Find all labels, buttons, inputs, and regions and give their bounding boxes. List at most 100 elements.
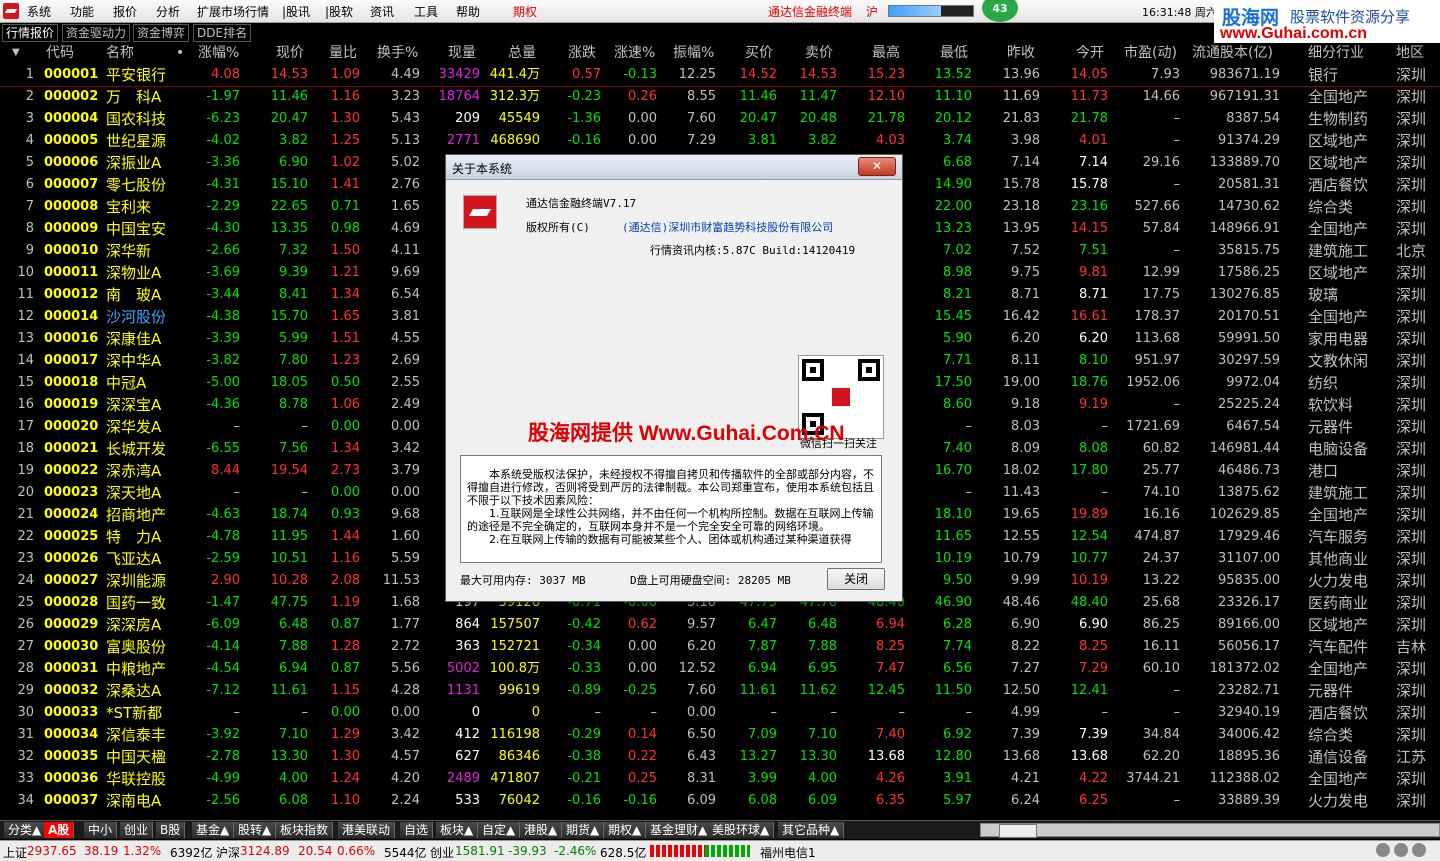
stock-name[interactable]: 深圳能源 [106, 572, 166, 590]
stock-name[interactable]: 国药一致 [106, 594, 166, 612]
stock-name[interactable]: 宝利来 [106, 198, 151, 216]
table-row[interactable]: 31 000034 深信泰丰 -3.92 7.10 1.29 3.42 412 116198 -0… [0, 724, 1440, 746]
stock-name[interactable]: 招商地产 [106, 506, 166, 524]
col-speed[interactable]: 涨速% [614, 43, 655, 63]
stock-code[interactable]: 000023 [44, 484, 98, 502]
stock-code[interactable]: 000007 [44, 176, 98, 194]
menu-extended-market[interactable]: 扩展市场行情 [197, 3, 269, 20]
tab-fund-game[interactable]: 资金博弈 [133, 24, 190, 42]
col-high[interactable]: 最高 [872, 43, 900, 63]
table-row[interactable]: 29 000032 深桑达A -7.12 11.61 1.15 4.28 1131 99619 -… [0, 680, 1440, 702]
stock-name[interactable]: 深桑达A [106, 682, 161, 700]
col-industry[interactable]: 细分行业 [1308, 43, 1364, 63]
stock-name[interactable]: 深深宝A [106, 396, 161, 414]
stock-code[interactable]: 000021 [44, 440, 98, 458]
stock-code[interactable]: 000009 [44, 220, 98, 238]
stock-code[interactable]: 000012 [44, 286, 98, 304]
col-vol[interactable]: 现量 [448, 43, 476, 63]
col-open[interactable]: 今开 [1076, 43, 1104, 63]
table-row[interactable]: 33 000036 华联控股 -4.99 4.00 1.24 4.20 2489 471807 -… [0, 768, 1440, 790]
table-row[interactable]: 2 000002 万 科A -1.97 11.46 1.16 3.23 18764 312.3万… [0, 86, 1440, 108]
stock-code[interactable]: 000018 [44, 374, 98, 392]
menu-stock-software[interactable]: |股软 [325, 3, 353, 20]
market-tab[interactable]: A股 [44, 822, 75, 838]
stock-code[interactable]: 000026 [44, 550, 98, 568]
stock-name[interactable]: 南 玻A [106, 286, 161, 304]
horizontal-scrollbar[interactable] [980, 823, 1440, 838]
table-row[interactable]: 1 000001 平安银行 4.08 14.53 1.09 4.49 33429 441.4万 0… [0, 64, 1440, 86]
tray-settings-icon[interactable] [1412, 843, 1426, 857]
stock-code[interactable]: 000014 [44, 308, 98, 326]
stock-code[interactable]: 000030 [44, 638, 98, 656]
menu-stock-news[interactable]: |股讯 [282, 3, 310, 20]
col-ask[interactable]: 卖价 [805, 43, 833, 63]
stock-name[interactable]: 零七股份 [106, 176, 166, 194]
col-pct[interactable]: 涨幅% [198, 43, 239, 63]
table-row[interactable]: 32 000035 中国天楹 -2.78 13.30 1.30 4.57 627 86346 -0… [0, 746, 1440, 768]
market-tab[interactable]: 板块指数 [276, 822, 334, 838]
stock-code[interactable]: 000034 [44, 726, 98, 744]
market-tab[interactable]: 股转▲ [234, 822, 277, 838]
col-region[interactable]: 地区 [1396, 43, 1424, 63]
col-float[interactable]: 流通股本(亿) [1192, 43, 1273, 63]
stock-code[interactable]: 000037 [44, 792, 98, 810]
stock-name[interactable]: 沙河股份 [106, 308, 166, 326]
menu-analysis[interactable]: 分析 [156, 3, 180, 20]
menu-info[interactable]: 资讯 [370, 3, 394, 20]
stock-name[interactable]: 华联控股 [106, 770, 166, 788]
stock-code[interactable]: 000025 [44, 528, 98, 546]
market-tab[interactable]: 自选 [400, 822, 434, 838]
stock-code[interactable]: 000024 [44, 506, 98, 524]
market-tab[interactable]: 期权▲ [604, 822, 647, 838]
market-tab[interactable]: 中小 [84, 822, 118, 838]
stock-name[interactable]: 中国宝安 [106, 220, 166, 238]
stock-code[interactable]: 000027 [44, 572, 98, 590]
stock-code[interactable]: 000035 [44, 748, 98, 766]
menu-tools[interactable]: 工具 [414, 3, 438, 20]
stock-name[interactable]: 深深房A [106, 616, 161, 634]
col-bid[interactable]: 买价 [745, 43, 773, 63]
stock-name[interactable]: 深赤湾A [106, 462, 161, 480]
market-tab[interactable]: 期货▲ [562, 822, 605, 838]
sort-toggle-icon[interactable]: ▼ [12, 43, 20, 63]
menu-system[interactable]: 系统 [27, 3, 51, 20]
table-row[interactable]: 27 000030 富奥股份 -4.14 7.88 1.28 2.72 363 152721 -0… [0, 636, 1440, 658]
stock-code[interactable]: 000020 [44, 418, 98, 436]
stock-code[interactable]: 000022 [44, 462, 98, 480]
col-price[interactable]: 现价 [276, 43, 304, 63]
stock-name[interactable]: 深康佳A [106, 330, 161, 348]
stock-name[interactable]: 深物业A [106, 264, 161, 282]
stock-name[interactable]: 特 力A [106, 528, 161, 546]
dialog-titlebar[interactable]: 关于本系统 ✕ [446, 155, 902, 180]
stock-code[interactable]: 000004 [44, 110, 98, 128]
market-tab[interactable]: B股 [156, 822, 186, 838]
stock-name[interactable]: 深华新 [106, 242, 151, 260]
market-tab[interactable]: 分类▲ [4, 822, 47, 838]
server-name[interactable]: 福州电信1 [760, 844, 816, 861]
col-ratio[interactable]: 量比 [329, 43, 357, 63]
stock-code[interactable]: 000008 [44, 198, 98, 216]
stock-name[interactable]: 深南电A [106, 792, 161, 810]
stock-name[interactable]: 中冠A [106, 374, 146, 392]
stock-name[interactable]: 平安银行 [106, 66, 166, 84]
table-row[interactable]: 26 000029 深深房A -6.09 6.48 0.87 1.77 864 157507 -0… [0, 614, 1440, 636]
stock-name[interactable]: 万 科A [106, 88, 161, 106]
market-tab[interactable]: 自定▲ [478, 822, 521, 838]
stock-name[interactable]: 深天地A [106, 484, 161, 502]
dialog-close-button[interactable]: ✕ [858, 157, 896, 176]
stock-code[interactable]: 000033 [44, 704, 98, 722]
stock-name[interactable]: 富奥股份 [106, 638, 166, 656]
table-row[interactable]: 28 000031 中粮地产 -4.54 6.94 0.87 5.56 5002 100.8万 -… [0, 658, 1440, 680]
tray-network-icon[interactable] [1394, 843, 1408, 857]
stock-code[interactable]: 000019 [44, 396, 98, 414]
stock-name[interactable]: 深信泰丰 [106, 726, 166, 744]
col-amp[interactable]: 振幅% [673, 43, 714, 63]
market-tab[interactable]: 基金▲ [192, 822, 235, 838]
table-row[interactable]: 4 000005 世纪星源 -4.02 3.82 1.25 5.13 2771 468690 -0… [0, 130, 1440, 152]
market-tab[interactable]: 创业 [120, 822, 154, 838]
dialog-ok-button[interactable]: 关闭 [827, 568, 885, 590]
market-tab[interactable]: 基金理财▲ [646, 822, 713, 838]
stock-name[interactable]: 深华发A [106, 418, 161, 436]
col-pe[interactable]: 市盈(动) [1124, 43, 1177, 63]
stock-code[interactable]: 000011 [44, 264, 98, 282]
